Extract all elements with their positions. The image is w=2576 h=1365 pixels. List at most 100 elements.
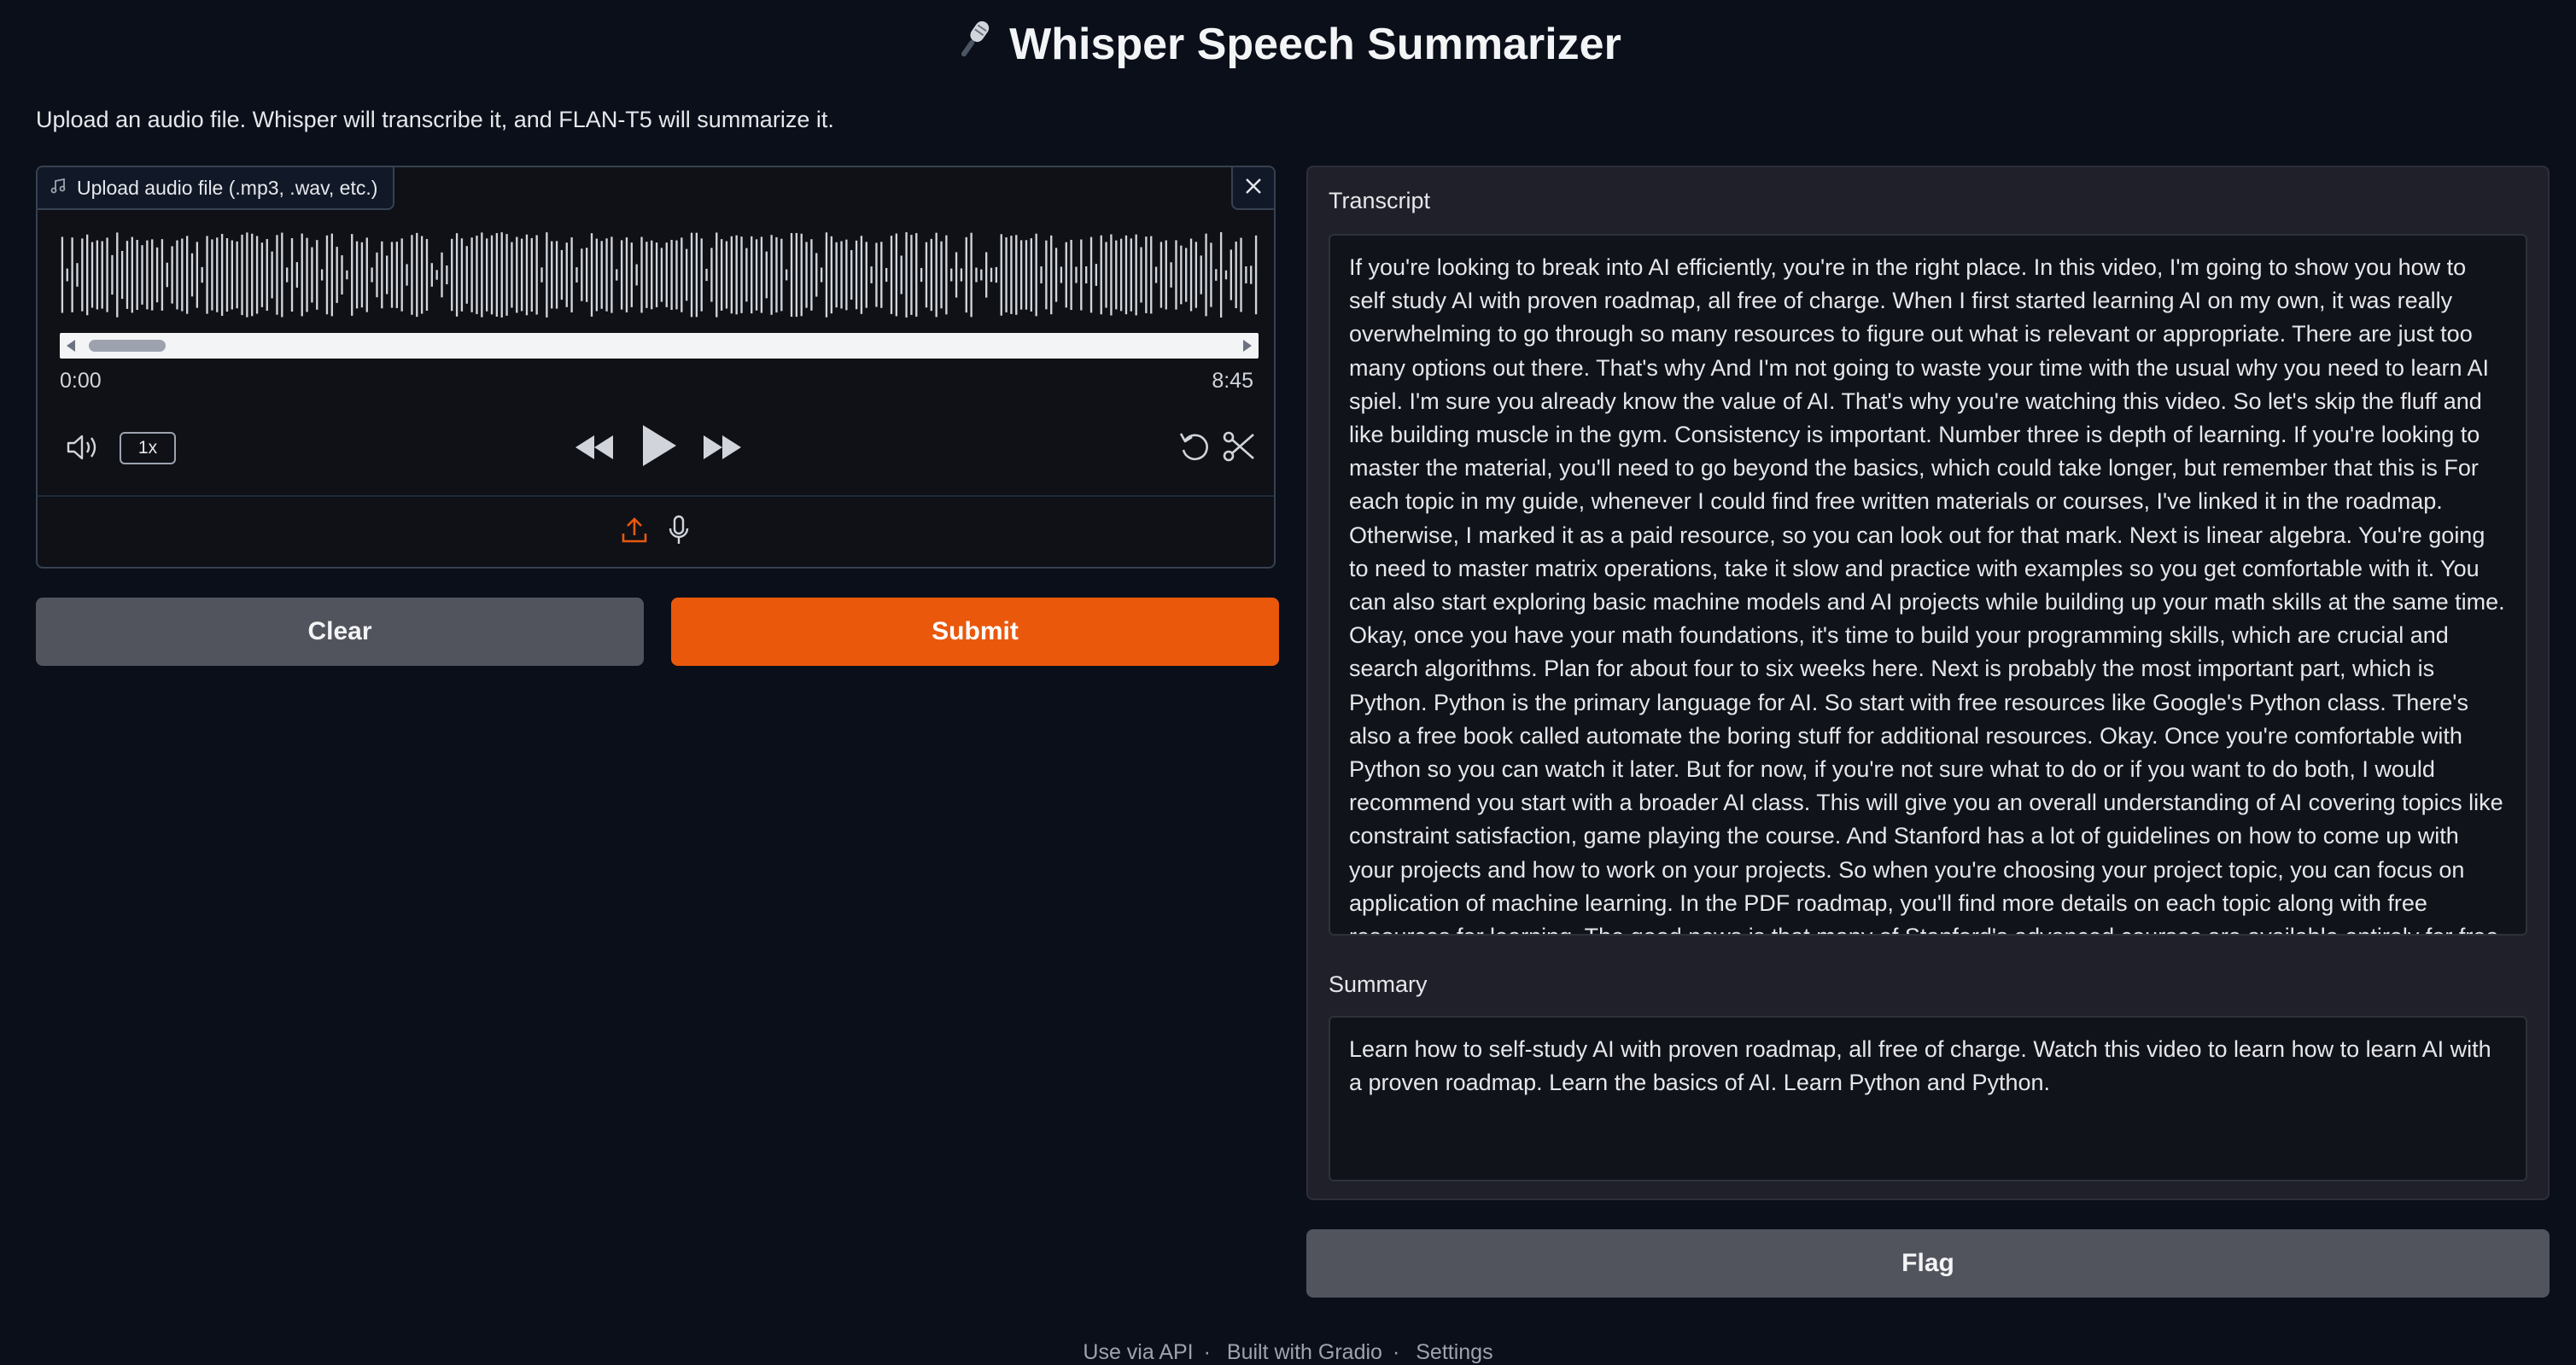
waveform-bar: [825, 232, 828, 318]
rewind-button[interactable]: [572, 427, 616, 471]
waveform-bar: [236, 241, 238, 309]
waveform-bar: [166, 262, 168, 288]
waveform-bar: [1250, 265, 1253, 284]
waveform-bar: [295, 262, 299, 288]
waveform-bar: [690, 232, 693, 318]
waveform-bar: [500, 232, 503, 318]
waveform-bar: [945, 235, 948, 315]
waveform-bar: [835, 242, 838, 308]
waveform-bar: [755, 239, 758, 311]
play-icon: [640, 423, 678, 472]
waveform-bar: [990, 267, 993, 283]
volume-button[interactable]: [65, 430, 102, 468]
scroll-right-arrow-icon[interactable]: [1243, 340, 1252, 352]
waveform-bar: [190, 253, 194, 297]
flag-button[interactable]: Flag: [1306, 1229, 2550, 1298]
waveform-scrollbar[interactable]: [60, 333, 1259, 359]
music-note-icon: [50, 177, 67, 200]
microphone-emoji-icon: [955, 16, 994, 78]
waveform-bar: [535, 235, 538, 315]
waveform-bar: [915, 233, 918, 317]
waveform-bar: [161, 239, 164, 311]
waveform-bar: [935, 232, 938, 318]
waveform-bar: [975, 267, 978, 283]
play-button[interactable]: [635, 422, 683, 473]
waveform-bar: [271, 251, 273, 299]
trim-button[interactable]: [1219, 429, 1259, 468]
waveform-bar: [530, 237, 533, 312]
waveform-bar: [651, 240, 653, 310]
waveform-bar: [1050, 235, 1053, 315]
waveform-bar: [1105, 242, 1107, 308]
scrollbar-thumb[interactable]: [89, 340, 166, 352]
footer-built-with-link[interactable]: Built with Gradio: [1227, 1340, 1382, 1364]
waveform-bar: [1095, 264, 1098, 286]
waveform-bar: [1205, 233, 1207, 317]
fast-forward-button[interactable]: [700, 427, 745, 471]
waveform-bar: [266, 239, 268, 311]
submit-button[interactable]: Submit: [671, 598, 1279, 666]
waveform-bar: [1060, 266, 1063, 283]
waveform-bar: [151, 239, 154, 311]
waveform-bar: [795, 232, 798, 318]
waveform-bar: [1224, 270, 1228, 280]
waveform-bar: [71, 237, 73, 312]
waveform-bar: [955, 252, 958, 298]
waveform-bar: [595, 238, 599, 312]
waveform-bar: [905, 232, 908, 318]
microphone-source-button[interactable]: [667, 515, 691, 550]
waveform-bar: [61, 236, 64, 313]
waveform-bar: [1235, 242, 1237, 308]
waveform-bar: [306, 237, 308, 312]
waveform-bar: [770, 235, 773, 315]
waveform-bar: [1245, 266, 1247, 283]
waveform-bar: [865, 242, 867, 308]
upload-source-button[interactable]: [621, 516, 648, 548]
waveform-bar: [336, 247, 338, 303]
transcript-textbox[interactable]: If you're looking to break into AI effic…: [1329, 234, 2527, 936]
reset-button[interactable]: [1175, 429, 1214, 468]
waveform-bar: [481, 232, 483, 318]
waveform-bar: [411, 235, 413, 315]
waveform-bar: [441, 252, 443, 298]
waveform-bar: [815, 253, 818, 297]
waveform-bar: [925, 242, 928, 308]
waveform-bar: [1124, 235, 1128, 315]
waveform-bar: [381, 241, 383, 309]
waveform-bar: [1085, 266, 1088, 283]
waveform-bar: [430, 263, 433, 287]
waveform-bar: [406, 264, 408, 286]
waveform-bar: [730, 236, 733, 314]
waveform-bar: [1210, 242, 1212, 307]
waveform-bar: [1045, 240, 1048, 310]
waveform-bar: [351, 234, 353, 316]
waveform-bar: [875, 242, 878, 307]
waveform-bar: [301, 233, 303, 317]
waveform-bar: [116, 232, 119, 318]
waveform-bar: [1015, 235, 1018, 315]
waveform-bar: [76, 263, 79, 287]
waveform-bar: [211, 239, 213, 311]
waveform-bar: [765, 251, 768, 299]
waveform-bar: [720, 239, 723, 311]
waveform-bar: [505, 234, 508, 316]
audio-waveform[interactable]: [60, 232, 1259, 318]
waveform-bar: [106, 237, 108, 312]
waveform-bar: [281, 232, 283, 318]
waveform-bar: [1019, 240, 1023, 310]
waveform-bar: [1254, 235, 1258, 315]
playback-speed-button[interactable]: 1x: [120, 432, 176, 464]
waveform-bar: [895, 233, 898, 317]
summary-textbox[interactable]: Learn how to self-study AI with proven r…: [1329, 1016, 2527, 1181]
waveform-bar: [645, 242, 648, 308]
waveform-bar: [290, 237, 294, 312]
scroll-left-arrow-icon[interactable]: [67, 340, 75, 352]
waveform-bar: [146, 240, 149, 310]
clear-button[interactable]: Clear: [36, 598, 644, 666]
footer-api-link[interactable]: Use via API: [1083, 1340, 1193, 1364]
waveform-bar: [316, 240, 318, 310]
clear-audio-button[interactable]: [1231, 167, 1274, 210]
waveform-bar: [260, 242, 264, 307]
waveform-bar: [176, 240, 178, 310]
footer-settings-link[interactable]: Settings: [1416, 1340, 1492, 1364]
